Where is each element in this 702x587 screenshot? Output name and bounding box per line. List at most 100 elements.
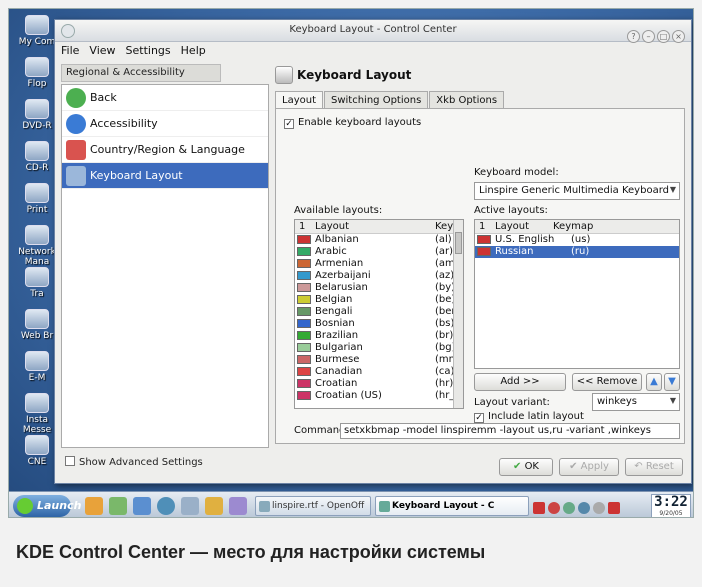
chat-icon[interactable] — [229, 497, 247, 515]
layout-row[interactable]: Albanian (al) — [295, 234, 463, 246]
move-down-icon[interactable]: ▼ — [664, 373, 680, 391]
sidebar-item-accessibility[interactable]: Accessibility — [62, 111, 268, 137]
task-openoffice[interactable]: linspire.rtf - OpenOff — [255, 496, 371, 516]
add-layout-button[interactable]: Add >> — [474, 373, 566, 391]
menu-file[interactable]: File — [61, 44, 79, 57]
flag-icon — [297, 319, 311, 328]
column-layout[interactable]: Layout — [315, 221, 349, 232]
layout-name: Azerbaijani — [315, 270, 371, 281]
keyboard-icon — [66, 166, 86, 186]
menu-settings[interactable]: Settings — [126, 44, 171, 57]
layout-row[interactable]: Croatian (US) (hr_l — [295, 390, 463, 402]
accessibility-icon — [66, 114, 86, 134]
layout-row[interactable]: Arabic (ar) — [295, 246, 463, 258]
files-icon[interactable] — [133, 497, 151, 515]
update-icon[interactable] — [578, 501, 590, 514]
control-center-icon — [379, 501, 390, 512]
ok-button[interactable]: ✔ OK — [499, 458, 553, 476]
minimize-icon[interactable]: – — [642, 30, 655, 43]
column-layout[interactable]: Layout — [495, 221, 529, 232]
advanced-settings-label: Show Advanced Settings — [79, 457, 203, 468]
layout-keymap: (ar) — [435, 246, 454, 257]
include-latin-label: Include latin layout — [488, 411, 584, 422]
settings-icon[interactable] — [593, 501, 605, 514]
enable-layouts-toggle[interactable]: ✓ Enable keyboard layouts — [284, 117, 421, 129]
available-layouts-list[interactable]: 1 Layout Keyr Albanian (al) Arabic (ar) Arme… — [294, 219, 464, 409]
layout-row[interactable]: Russian (ru) — [475, 246, 679, 258]
menu-view[interactable]: View — [89, 44, 115, 57]
keyboard-model-select[interactable]: Linspire Generic Multimedia Keyboard ▼ — [474, 182, 680, 200]
documents-icon[interactable] — [109, 497, 127, 515]
layout-row[interactable]: Azerbaijani (az) — [295, 270, 463, 282]
sidebar-item-keyboard-layout[interactable]: Keyboard Layout — [62, 163, 268, 189]
layout-name: Bengali — [315, 306, 353, 317]
flag-icon — [297, 235, 311, 244]
panel-title: Keyboard Layout — [297, 68, 412, 82]
include-latin-toggle[interactable]: ✓ Include latin layout — [474, 411, 584, 423]
layout-row[interactable]: Bengali (ben) — [295, 306, 463, 318]
available-scrollbar[interactable] — [453, 220, 463, 408]
apply-button[interactable]: ✔ Apply — [559, 458, 619, 476]
keyboard-flag-icon[interactable] — [533, 501, 545, 514]
network-status-icon[interactable] — [563, 501, 575, 514]
undo-icon: ↶ — [634, 461, 646, 472]
reset-button[interactable]: ↶ Reset — [625, 458, 683, 476]
desktop-icon-label: Network Mana — [18, 247, 56, 267]
active-layouts-list[interactable]: 1 Layout Keymap U.S. English (us) Russian (… — [474, 219, 680, 369]
advanced-settings-toggle[interactable]: Show Advanced Settings — [65, 456, 203, 468]
close-icon[interactable]: × — [672, 30, 685, 43]
desktop-icon-label: CD-R — [25, 163, 49, 173]
flag-icon — [477, 235, 491, 244]
layout-row[interactable]: Armenian (am) — [295, 258, 463, 270]
scrollbar-thumb[interactable] — [455, 232, 462, 254]
maximize-icon[interactable]: □ — [657, 30, 670, 43]
alert-icon[interactable] — [608, 501, 620, 514]
task-keyboard-layout[interactable]: Keyboard Layout - C — [375, 496, 529, 516]
layout-row[interactable]: Brazilian (br) — [295, 330, 463, 342]
tab-layout[interactable]: Layout — [275, 91, 323, 109]
layout-row[interactable]: Croatian (hr) — [295, 378, 463, 390]
layout-row[interactable]: U.S. English (us) — [475, 234, 679, 246]
sidebar-item-back[interactable]: Back — [62, 85, 268, 111]
menu-help[interactable]: Help — [181, 44, 206, 57]
messenger-icon[interactable] — [205, 497, 223, 515]
desktop-icon-label: CNE — [27, 457, 47, 467]
layout-row[interactable]: Belgian (be) — [295, 294, 463, 306]
launch-icon — [17, 498, 33, 514]
layout-row[interactable]: Belarusian (by) — [295, 282, 463, 294]
task-label: Keyboard Layout - C — [392, 501, 495, 511]
menu-bar: File View Settings Help — [61, 44, 216, 60]
remove-layout-button[interactable]: << Remove — [572, 373, 642, 391]
title-bar[interactable]: Keyboard Layout - Control Center ? – □ × — [55, 20, 691, 43]
network-icon[interactable] — [181, 497, 199, 515]
advanced-settings-checkbox[interactable] — [65, 456, 75, 466]
move-up-icon[interactable]: ▲ — [646, 373, 662, 391]
layout-row[interactable]: Canadian (ca) — [295, 366, 463, 378]
desktop-icon-label: Insta Messe — [22, 415, 52, 435]
enable-layouts-checkbox[interactable]: ✓ — [284, 119, 294, 129]
desktop-shortcut-icon — [25, 15, 49, 35]
tab-switching-options[interactable]: Switching Options — [324, 91, 429, 109]
sidebar-item-label: Accessibility — [90, 117, 158, 130]
layout-name: Bulgarian — [315, 342, 363, 353]
browser-icon[interactable] — [157, 497, 175, 515]
firewall-icon[interactable] — [85, 497, 103, 515]
layout-row[interactable]: Bulgarian (bg) — [295, 342, 463, 354]
layout-row[interactable]: Burmese (mm) — [295, 354, 463, 366]
column-number[interactable]: 1 — [299, 221, 305, 232]
layout-name: Belarusian — [315, 282, 368, 293]
flag-icon — [297, 331, 311, 340]
sidebar-item-country-region[interactable]: Country/Region & Language — [62, 137, 268, 163]
command-field[interactable]: setxkbmap -model linspiremm -layout us,r… — [340, 423, 680, 439]
chevron-down-icon: ▼ — [669, 396, 676, 405]
arrows-icon[interactable] — [548, 501, 560, 514]
layout-row[interactable]: Bosnian (bs) — [295, 318, 463, 330]
layout-variant-select[interactable]: winkeys ▼ — [592, 393, 680, 411]
tab-xkb-options[interactable]: Xkb Options — [429, 91, 505, 109]
column-keymap[interactable]: Keymap — [553, 221, 593, 232]
include-latin-checkbox[interactable]: ✓ — [474, 413, 484, 423]
column-number[interactable]: 1 — [479, 221, 485, 232]
launch-button[interactable]: Launch — [13, 495, 81, 517]
help-icon[interactable]: ? — [627, 30, 640, 43]
clock[interactable]: 3:22 9/20/05 — [651, 494, 691, 517]
